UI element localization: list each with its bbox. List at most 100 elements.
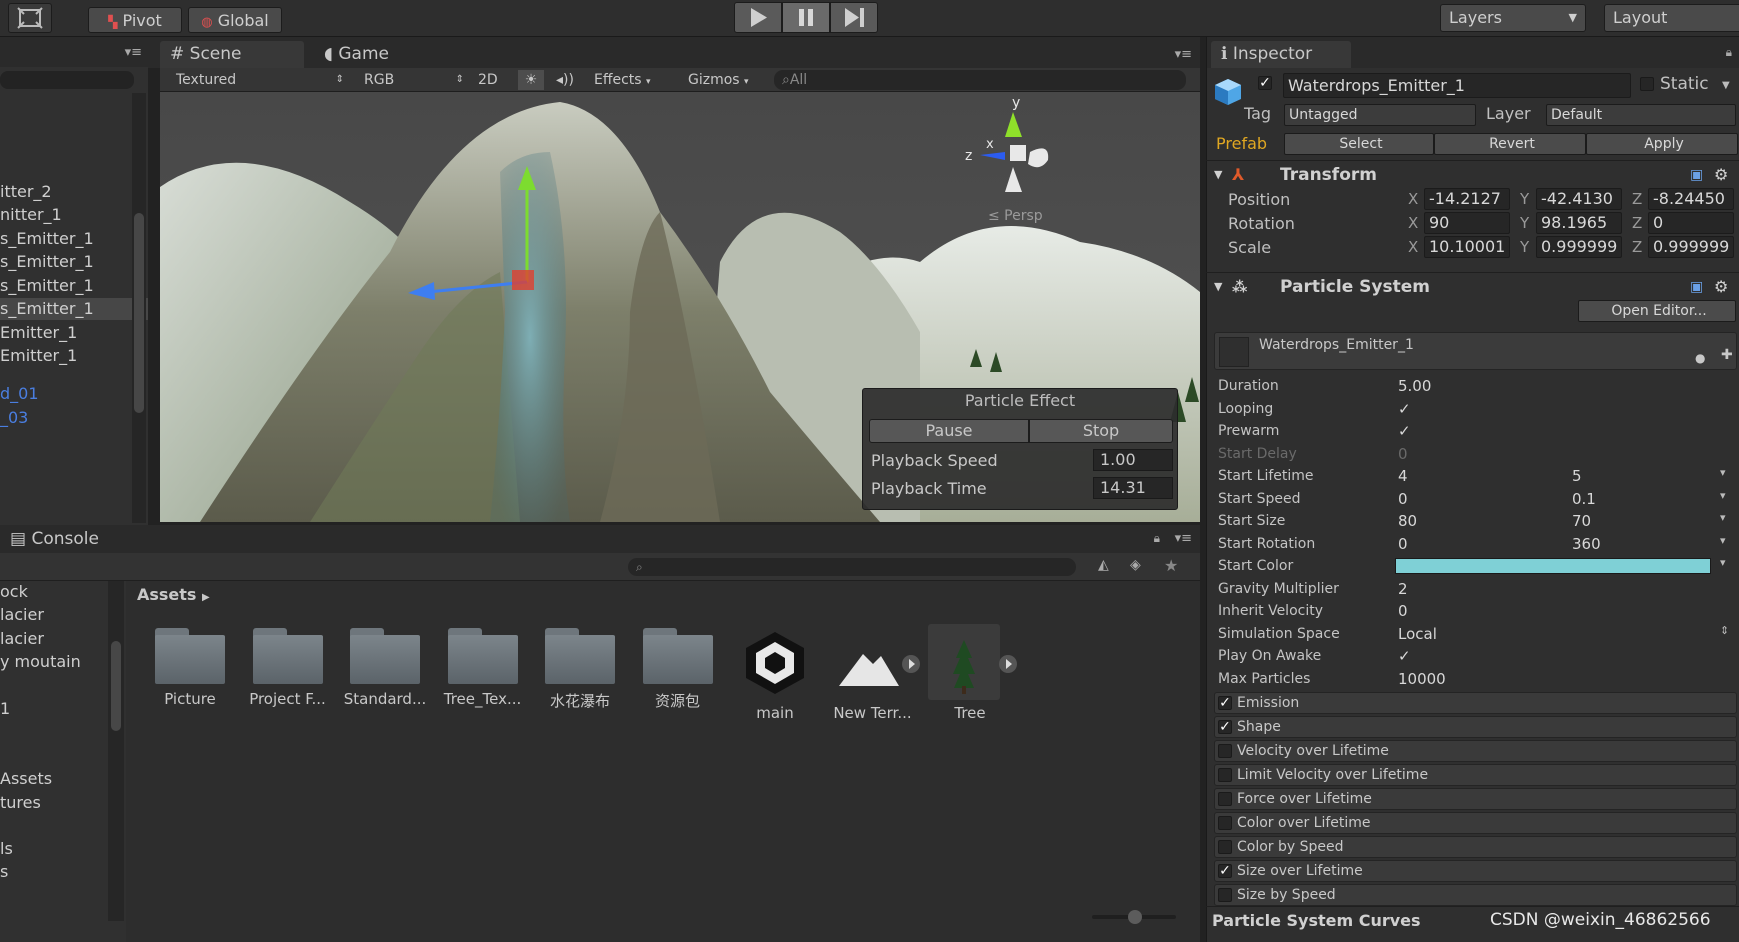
layout-dropdown[interactable]: Layout: [1604, 4, 1739, 32]
particle-system-header[interactable]: ▼ ⁂ Particle System ▣ ⚙: [1206, 272, 1739, 300]
folder-tree-item[interactable]: ls: [0, 838, 148, 860]
scale-x-field[interactable]: 10.10001: [1424, 236, 1510, 258]
prop-value-max[interactable]: 360: [1572, 534, 1601, 554]
breadcrumb-assets[interactable]: Assets: [137, 585, 196, 604]
hierarchy-item[interactable]: d_01: [0, 383, 148, 405]
position-y-field[interactable]: -42.4130: [1536, 188, 1622, 210]
asset-folder[interactable]: 水花瀑布: [532, 628, 628, 711]
scene-search-input[interactable]: ⌕All: [774, 70, 1186, 90]
folder-tree-item[interactable]: 1: [0, 698, 148, 720]
module-row[interactable]: Color by Speed: [1214, 836, 1737, 858]
prop-value[interactable]: 2: [1398, 579, 1408, 599]
module-checkbox[interactable]: ✓: [1218, 696, 1232, 710]
asset-terrain[interactable]: New Terr...: [825, 628, 921, 722]
prefab-revert-button[interactable]: Revert: [1434, 133, 1586, 155]
module-checkbox[interactable]: [1218, 768, 1232, 782]
global-button[interactable]: ◍ Global: [188, 7, 282, 33]
dropdown-arrow-icon[interactable]: ▾: [1720, 534, 1726, 547]
pivot-button[interactable]: ▚ Pivot: [88, 7, 182, 33]
asset-folder[interactable]: Standard...: [337, 628, 433, 708]
lock-icon[interactable]: 🔒︎: [1726, 45, 1732, 60]
effects-dropdown[interactable]: Effects ▾: [594, 70, 670, 90]
add-icon[interactable]: ✚: [1721, 347, 1733, 363]
module-row[interactable]: Color over Lifetime: [1214, 812, 1737, 834]
dropdown-arrow-icon[interactable]: ▾: [1720, 466, 1726, 479]
gear-icon[interactable]: ⚙: [1714, 161, 1728, 189]
static-checkbox[interactable]: [1640, 77, 1654, 91]
asset-folder[interactable]: Project F...: [240, 628, 336, 708]
module-checkbox[interactable]: [1218, 816, 1232, 830]
prop-value[interactable]: 0: [1398, 534, 1408, 554]
prop-value[interactable]: 4: [1398, 466, 1408, 486]
module-row[interactable]: ✓ Emission: [1214, 692, 1737, 714]
module-checkbox[interactable]: [1218, 888, 1232, 902]
prefab-apply-button[interactable]: Apply: [1586, 133, 1738, 155]
rotation-x-field[interactable]: 90: [1424, 212, 1510, 234]
module-row[interactable]: Size by Speed: [1214, 884, 1737, 906]
prop-value[interactable]: Local: [1398, 624, 1437, 644]
dropdown-arrow-icon[interactable]: ▾: [1720, 511, 1726, 524]
prop-value[interactable]: 5.00: [1398, 376, 1431, 396]
favorite-star-icon[interactable]: ★: [1164, 556, 1178, 575]
prop-value[interactable]: ✓: [1398, 646, 1411, 666]
layers-dropdown[interactable]: Layers ▼: [1440, 4, 1586, 32]
module-row[interactable]: Velocity over Lifetime: [1214, 740, 1737, 762]
folder-tree-item[interactable]: ock: [0, 581, 148, 603]
lock-icon[interactable]: 🔒︎: [1154, 531, 1160, 546]
tag-dropdown[interactable]: Untagged: [1284, 104, 1476, 126]
dropdown-arrow-icon[interactable]: ⇕: [1720, 624, 1729, 637]
gizmos-dropdown[interactable]: Gizmos ▾: [688, 70, 764, 90]
asset-unity[interactable]: main: [727, 628, 823, 722]
hierarchy-item[interactable]: s_Emitter_1: [0, 275, 148, 297]
audio-toggle[interactable]: ◂)): [556, 70, 582, 90]
prop-value[interactable]: 0: [1398, 444, 1408, 464]
hierarchy-item[interactable]: _03: [0, 407, 148, 429]
module-row[interactable]: ✓ Size over Lifetime: [1214, 860, 1737, 882]
play-button[interactable]: [734, 2, 782, 33]
panel-menu-icon[interactable]: ▾≡: [1175, 531, 1192, 546]
hierarchy-item[interactable]: Emitter_1: [0, 345, 148, 367]
emitter-header[interactable]: Waterdrops_Emitter_1 ● ✚: [1214, 332, 1737, 370]
project-search-input[interactable]: ⌕: [628, 558, 1076, 576]
folder-tree-item[interactable]: y moutain: [0, 651, 148, 673]
folder-tree-item[interactable]: lacier: [0, 604, 148, 626]
tab-scene[interactable]: # Scene: [160, 41, 304, 68]
lighting-toggle[interactable]: ☀: [518, 70, 544, 90]
scale-z-field[interactable]: 0.999999: [1648, 236, 1734, 258]
asset-folder[interactable]: 资源包: [630, 628, 726, 711]
prop-value[interactable]: 0: [1398, 601, 1408, 621]
pause-effect-button[interactable]: Pause: [869, 419, 1029, 443]
rotation-z-field[interactable]: 0: [1648, 212, 1734, 234]
prefab-select-button[interactable]: Select: [1284, 133, 1434, 155]
hierarchy-scrollbar[interactable]: [132, 93, 146, 523]
prop-value[interactable]: 80: [1398, 511, 1417, 531]
module-checkbox[interactable]: ✓: [1218, 864, 1232, 878]
position-x-field[interactable]: -14.2127: [1424, 188, 1510, 210]
hierarchy-item[interactable]: s_Emitter_1: [0, 251, 148, 273]
fit-view-button[interactable]: [8, 3, 52, 33]
filter-label-icon[interactable]: ◈: [1130, 557, 1141, 573]
folder-tree-item[interactable]: lacier: [0, 628, 148, 650]
hierarchy-item[interactable]: Emitter_1: [0, 322, 148, 344]
prop-value-max[interactable]: 0.1: [1572, 489, 1596, 509]
step-button[interactable]: [830, 2, 878, 33]
position-z-field[interactable]: -8.24450: [1648, 188, 1734, 210]
asset-folder[interactable]: Picture: [142, 628, 238, 708]
folder-tree-item[interactable]: tures: [0, 792, 148, 814]
open-editor-button[interactable]: Open Editor...: [1578, 300, 1736, 322]
folder-tree-item[interactable]: s: [0, 861, 148, 883]
scroll-thumb[interactable]: [111, 641, 121, 731]
asset-zoom-slider[interactable]: [1092, 910, 1176, 924]
prop-value[interactable]: ✓: [1398, 399, 1411, 419]
hierarchy-item[interactable]: nitter_1: [0, 204, 148, 226]
prop-value[interactable]: 0: [1398, 489, 1408, 509]
tab-console[interactable]: ▤ Console: [10, 529, 99, 549]
active-checkbox[interactable]: ✓: [1258, 76, 1272, 90]
pause-button[interactable]: [782, 2, 830, 33]
dropdown-arrow-icon[interactable]: ▼: [1722, 80, 1730, 91]
gear-icon[interactable]: ⚙: [1714, 273, 1728, 301]
prop-value-max[interactable]: 5: [1572, 466, 1582, 486]
toggle-2d-button[interactable]: 2D: [478, 70, 508, 90]
help-book-icon[interactable]: ▣: [1690, 273, 1703, 301]
transform-header[interactable]: ▼ ⅄ Transform ▣ ⚙: [1206, 160, 1739, 188]
